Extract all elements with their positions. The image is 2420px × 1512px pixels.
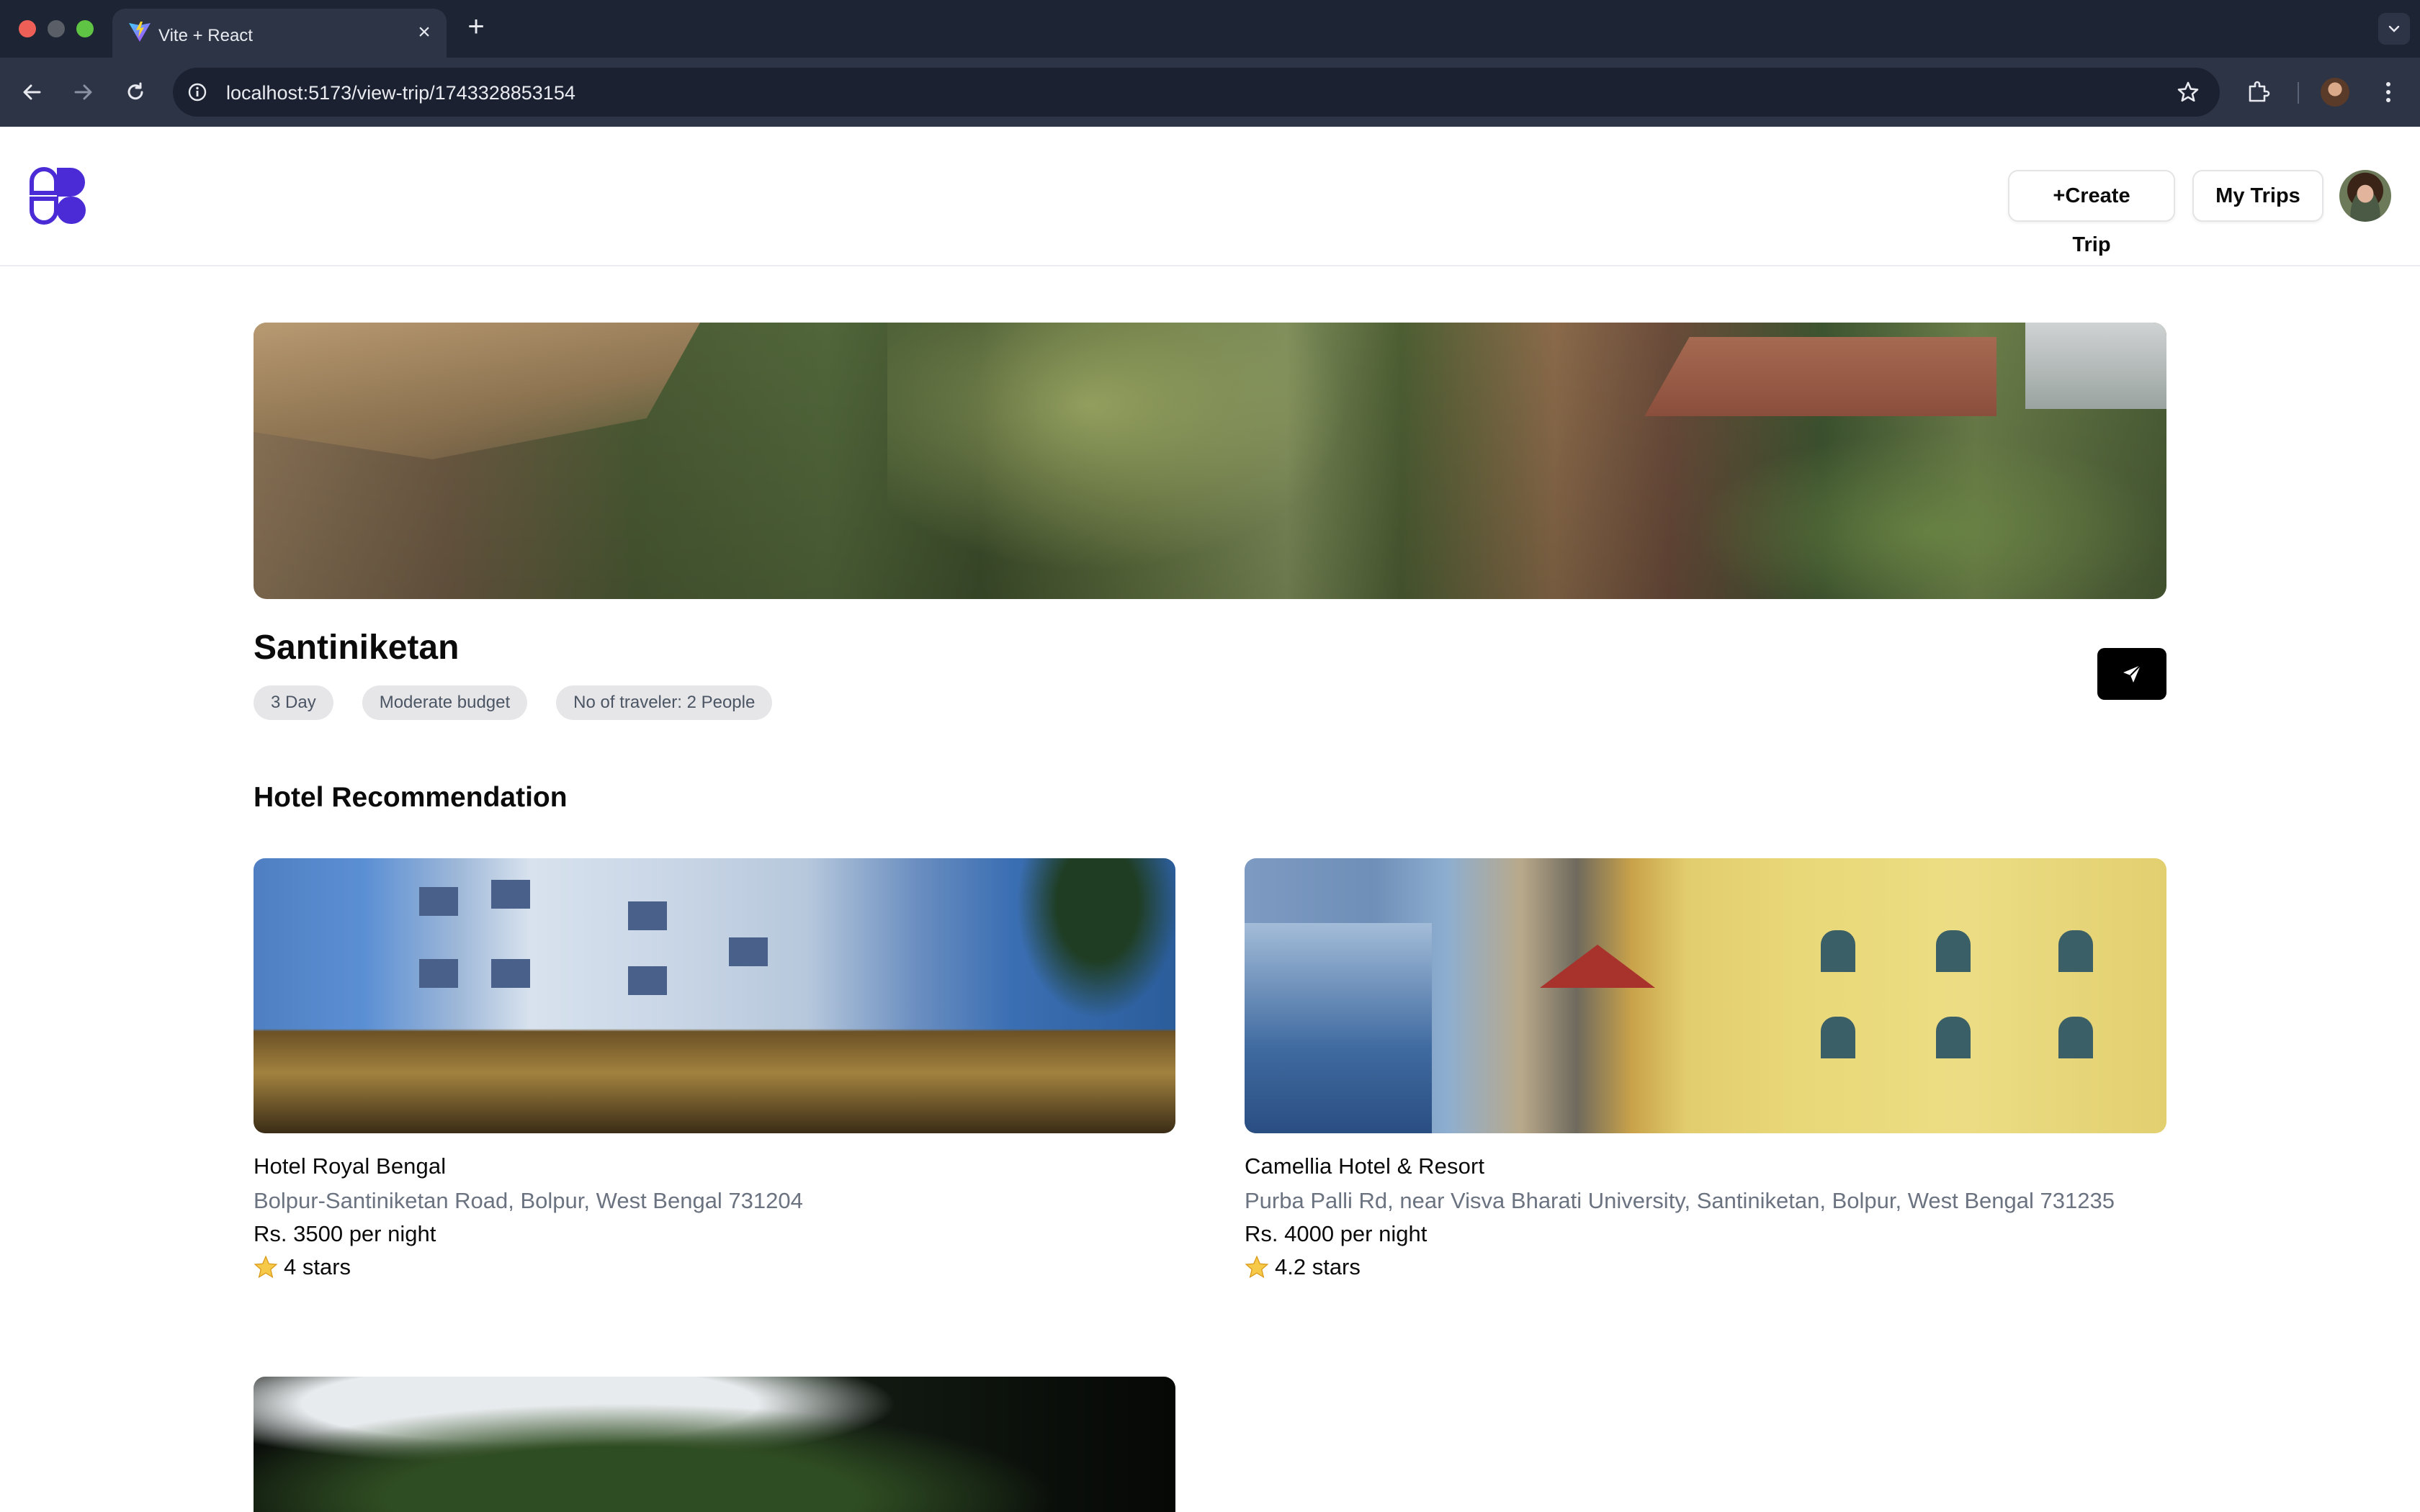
trip-hero-image: [254, 323, 2166, 599]
hotel-image-window: [419, 887, 458, 916]
puzzle-icon[interactable]: [2244, 78, 2273, 107]
browser-tab-active[interactable]: Vite + React ×: [112, 9, 447, 58]
user-avatar[interactable]: [2339, 170, 2391, 222]
hotel-price: Rs. 4000 per night: [1245, 1221, 1428, 1246]
hero-thatch-roof: [254, 323, 700, 459]
browser-toolbar: localhost:5173/view-trip/1743328853154: [0, 58, 2420, 127]
chip-budget: Moderate budget: [362, 685, 528, 720]
hotel-rating-text: 4.2 stars: [1275, 1254, 1361, 1279]
toolbar-divider: [2298, 82, 2299, 104]
hotel-card[interactable]: [254, 1377, 1175, 1512]
hotel-address: Bolpur-Santiniketan Road, Bolpur, West B…: [254, 1188, 803, 1213]
window-minimize-button[interactable]: [48, 20, 65, 37]
share-button[interactable]: [2097, 648, 2166, 700]
back-button[interactable]: [17, 78, 46, 107]
hotel-image-window: [1821, 930, 1855, 972]
star-icon: [1245, 1255, 1269, 1279]
hotel-image-window: [491, 959, 530, 988]
address-bar[interactable]: localhost:5173/view-trip/1743328853154: [173, 68, 2220, 117]
trip-chips: 3 Day Moderate budget No of traveler: 2 …: [254, 685, 773, 720]
hotel-rating-text: 4 stars: [284, 1254, 351, 1279]
hotel-rating: 4.2 stars: [1245, 1254, 2166, 1280]
tab-title: Vite + React: [158, 26, 253, 45]
hotel-image-window: [2058, 930, 2093, 972]
vite-favicon-icon: [129, 22, 151, 42]
hotel-price: Rs. 3500 per night: [254, 1221, 436, 1246]
app-logo-icon[interactable]: [27, 166, 88, 226]
tab-search-button[interactable]: [2378, 13, 2410, 45]
kebab-icon[interactable]: [2374, 78, 2403, 107]
hotel-image-sea: [1245, 923, 1432, 1133]
forward-button[interactable]: [69, 78, 98, 107]
window-close-button[interactable]: [19, 20, 36, 37]
window-zoom-button[interactable]: [76, 20, 94, 37]
hotel-image-palm: [1003, 858, 1175, 1038]
star-icon: [254, 1255, 278, 1279]
hotel-image: [1245, 858, 2166, 1133]
hotel-image-window: [1936, 930, 1971, 972]
hotel-image: [254, 858, 1175, 1133]
browser-profile-avatar[interactable]: [2321, 78, 2349, 107]
chip-duration: 3 Day: [254, 685, 333, 720]
site-info-button[interactable]: [186, 81, 209, 104]
hotel-rating: 4 stars: [254, 1254, 1175, 1280]
hotel-section-title: Hotel Recommendation: [254, 782, 568, 813]
hero-foliage: [887, 323, 1392, 599]
hero-tile-roof: [1644, 337, 1996, 416]
url-text: localhost:5173/view-trip/1743328853154: [226, 82, 575, 104]
hotel-name: Hotel Royal Bengal: [254, 1153, 447, 1179]
hotel-image-window: [1936, 1017, 1971, 1058]
hotel-address: Purba Palli Rd, near Visva Bharati Unive…: [1245, 1188, 2115, 1213]
hotel-image-window: [628, 966, 667, 995]
hotel-image-window: [2058, 1017, 2093, 1058]
arrow-left-icon: [23, 84, 41, 100]
hotel-image-window: [419, 959, 458, 988]
star-outline-icon: [2177, 81, 2199, 102]
chip-travelers: No of traveler: 2 People: [556, 685, 773, 720]
trip-title: Santiniketan: [254, 629, 460, 667]
new-tab-button[interactable]: +: [464, 12, 488, 41]
browser-tab-bar: Vite + React × +: [0, 0, 2420, 58]
hotel-name: Camellia Hotel & Resort: [1245, 1153, 1485, 1179]
reload-button[interactable]: [121, 78, 150, 107]
hotel-image-window: [628, 901, 667, 930]
chevron-down-icon: [2388, 25, 2400, 32]
reload-icon: [127, 82, 143, 100]
my-trips-button[interactable]: My Trips: [2192, 170, 2323, 222]
tab-close-icon[interactable]: ×: [413, 22, 435, 43]
hotel-image-window: [729, 937, 768, 966]
hotel-image-window: [1821, 1017, 1855, 1058]
arrow-right-icon: [74, 84, 92, 100]
bookmark-button[interactable]: [2175, 79, 2201, 105]
hotel-image: [254, 1377, 1175, 1512]
hero-foliage-right: [1694, 431, 2166, 599]
hotel-card[interactable]: Camellia Hotel & Resort Purba Palli Rd, …: [1245, 858, 2166, 1280]
hotel-card[interactable]: Hotel Royal Bengal Bolpur-Santiniketan R…: [254, 858, 1175, 1280]
send-icon: [2123, 665, 2141, 683]
info-icon: [188, 83, 207, 102]
app-header: +Create Trip My Trips: [0, 127, 2420, 266]
hotel-image-window: [491, 880, 530, 909]
hero-sky: [2025, 323, 2166, 409]
hotel-image-roof: [1540, 945, 1655, 988]
create-trip-button[interactable]: +Create Trip: [2008, 170, 2175, 256]
